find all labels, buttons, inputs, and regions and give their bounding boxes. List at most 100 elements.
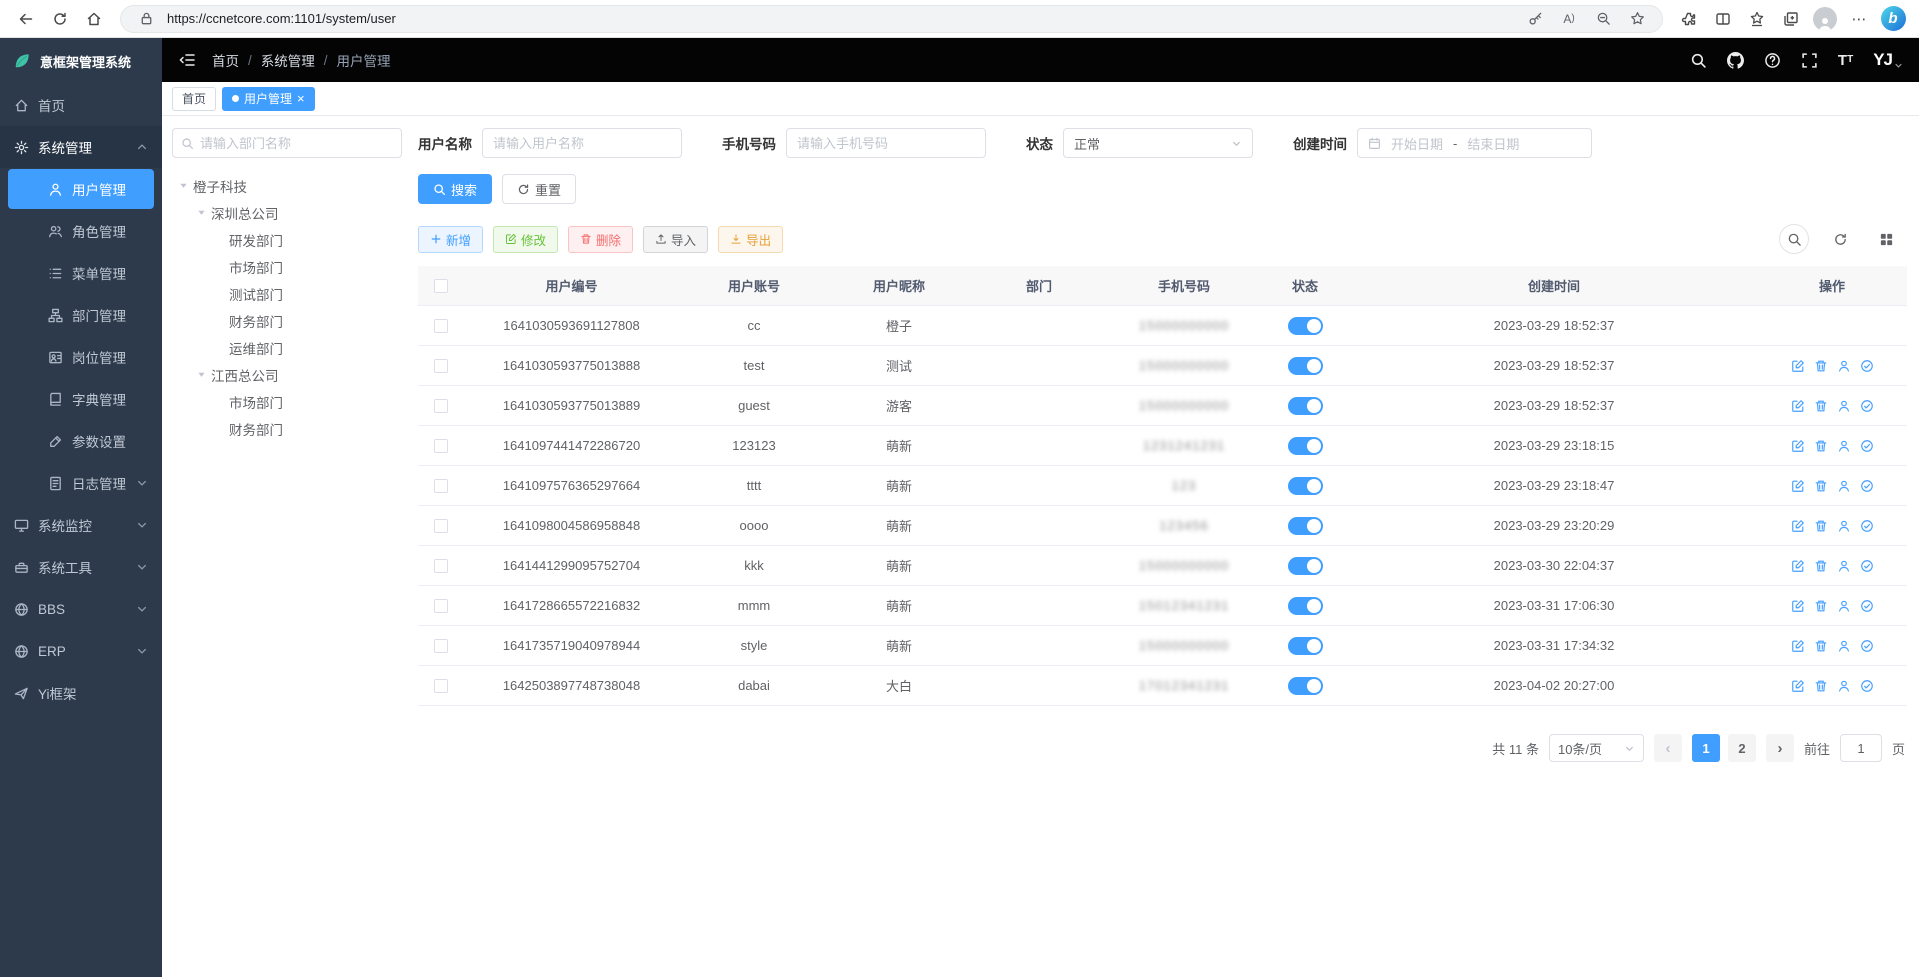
status-toggle[interactable] (1288, 677, 1323, 695)
add-favorite-icon[interactable] (1624, 7, 1650, 31)
collections-icon[interactable] (1775, 4, 1807, 34)
row-edit-icon[interactable] (1791, 439, 1805, 453)
row-delete-icon[interactable] (1814, 399, 1828, 413)
row-delete-icon[interactable] (1814, 479, 1828, 493)
import-button[interactable]: 导入 (643, 226, 708, 253)
status-toggle[interactable] (1288, 397, 1323, 415)
header-search-icon[interactable] (1690, 52, 1707, 69)
row-assign-role-icon[interactable] (1860, 639, 1874, 653)
row-checkbox[interactable] (434, 439, 448, 453)
copilot-icon[interactable]: b (1877, 4, 1909, 34)
row-edit-icon[interactable] (1791, 359, 1805, 373)
date-range-picker[interactable]: 开始日期 - 结束日期 (1357, 128, 1592, 158)
select-all-checkbox[interactable] (434, 279, 448, 293)
tree-node[interactable]: 市场部门 (172, 253, 402, 280)
add-button[interactable]: 新增 (418, 226, 483, 253)
row-delete-icon[interactable] (1814, 559, 1828, 573)
sidebar-item-bbs[interactable]: BBS (0, 588, 162, 630)
row-reset-password-icon[interactable] (1837, 439, 1851, 453)
browser-back-icon[interactable] (10, 4, 42, 34)
sidebar-item-system[interactable]: 系统管理 (0, 126, 162, 168)
tree-node[interactable]: 研发部门 (172, 226, 402, 253)
sidebar-item-yi[interactable]: Yi框架 (0, 672, 162, 714)
row-checkbox[interactable] (434, 679, 448, 693)
sidebar-item-role[interactable]: 角色管理 (0, 210, 162, 252)
edit-button[interactable]: 修改 (493, 226, 558, 253)
row-checkbox[interactable] (434, 639, 448, 653)
row-checkbox[interactable] (434, 359, 448, 373)
row-checkbox[interactable] (434, 479, 448, 493)
row-reset-password-icon[interactable] (1837, 359, 1851, 373)
row-edit-icon[interactable] (1791, 679, 1805, 693)
sidebar-item-param[interactable]: 参数设置 (0, 420, 162, 462)
sidebar-collapse-icon[interactable] (178, 51, 196, 69)
tree-node[interactable]: 测试部门 (172, 280, 402, 307)
font-size-icon[interactable]: TT (1838, 53, 1853, 68)
browser-refresh-icon[interactable] (44, 4, 76, 34)
next-page-button[interactable]: › (1766, 734, 1794, 762)
profile-avatar[interactable] (1809, 4, 1841, 34)
tree-node[interactable]: 橙子科技 (172, 172, 402, 199)
tree-node[interactable]: 运维部门 (172, 334, 402, 361)
prev-page-button[interactable]: ‹ (1654, 734, 1682, 762)
tree-caret-icon[interactable] (196, 369, 207, 380)
phone-input[interactable] (786, 128, 986, 158)
tab-close-icon[interactable]: × (297, 92, 305, 105)
sidebar-item-tool[interactable]: 系统工具 (0, 546, 162, 588)
export-button[interactable]: 导出 (718, 226, 783, 253)
username-input[interactable] (482, 128, 682, 158)
goto-page-input[interactable] (1840, 734, 1882, 762)
tree-node[interactable]: 市场部门 (172, 388, 402, 415)
sidebar-item-dict[interactable]: 字典管理 (0, 378, 162, 420)
page-size-select[interactable]: 10条/页 (1549, 734, 1644, 762)
row-assign-role-icon[interactable] (1860, 359, 1874, 373)
row-assign-role-icon[interactable] (1860, 439, 1874, 453)
browser-url-bar[interactable]: https://ccnetcore.com:1101/system/user A… (120, 5, 1663, 33)
status-select[interactable]: 正常 (1063, 128, 1253, 158)
row-edit-icon[interactable] (1791, 599, 1805, 613)
row-assign-role-icon[interactable] (1860, 679, 1874, 693)
row-edit-icon[interactable] (1791, 639, 1805, 653)
sidebar-item-dept[interactable]: 部门管理 (0, 294, 162, 336)
github-icon[interactable] (1727, 52, 1744, 69)
row-delete-icon[interactable] (1814, 439, 1828, 453)
sidebar-item-erp[interactable]: ERP (0, 630, 162, 672)
help-icon[interactable] (1764, 52, 1781, 69)
sidebar-item-post[interactable]: 岗位管理 (0, 336, 162, 378)
status-toggle[interactable] (1288, 517, 1323, 535)
status-toggle[interactable] (1288, 317, 1323, 335)
password-key-icon[interactable] (1522, 7, 1548, 31)
tab[interactable]: 首页 (172, 87, 216, 111)
row-assign-role-icon[interactable] (1860, 559, 1874, 573)
breadcrumb-item[interactable]: 首页 (212, 50, 239, 70)
breadcrumb-item[interactable]: 系统管理 (261, 50, 315, 70)
row-assign-role-icon[interactable] (1860, 479, 1874, 493)
row-reset-password-icon[interactable] (1837, 559, 1851, 573)
tree-caret-icon[interactable] (196, 207, 207, 218)
row-edit-icon[interactable] (1791, 519, 1805, 533)
browser-more-icon[interactable]: ⋯ (1843, 4, 1875, 34)
tree-node[interactable]: 财务部门 (172, 415, 402, 442)
status-toggle[interactable] (1288, 437, 1323, 455)
row-delete-icon[interactable] (1814, 519, 1828, 533)
tree-node[interactable]: 深圳总公司 (172, 199, 402, 226)
tab[interactable]: 用户管理 × (222, 87, 315, 111)
app-logo[interactable]: 意框架管理系统 (0, 38, 162, 84)
browser-home-icon[interactable] (78, 4, 110, 34)
row-checkbox[interactable] (434, 559, 448, 573)
sidebar-item-log[interactable]: 日志管理 (0, 462, 162, 504)
sidebar-item-monitor[interactable]: 系统监控 (0, 504, 162, 546)
sidebar-item-user[interactable]: 用户管理 (8, 169, 154, 209)
table-search-toggle-icon[interactable] (1779, 224, 1809, 254)
row-checkbox[interactable] (434, 399, 448, 413)
zoom-out-icon[interactable] (1590, 7, 1616, 31)
department-search-input[interactable] (200, 136, 393, 151)
sidebar-item-home[interactable]: 首页 (0, 84, 162, 126)
row-reset-password-icon[interactable] (1837, 479, 1851, 493)
row-reset-password-icon[interactable] (1837, 639, 1851, 653)
reset-button[interactable]: 重置 (502, 174, 576, 204)
table-refresh-icon[interactable] (1825, 224, 1855, 254)
row-reset-password-icon[interactable] (1837, 599, 1851, 613)
row-delete-icon[interactable] (1814, 639, 1828, 653)
delete-button[interactable]: 删除 (568, 226, 633, 253)
